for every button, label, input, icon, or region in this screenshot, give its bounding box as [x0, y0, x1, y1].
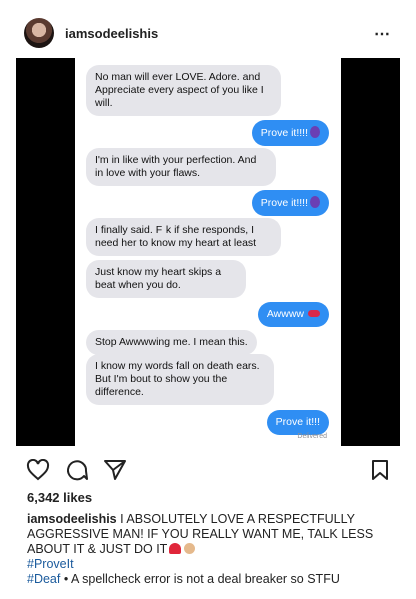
hashtag-proveit[interactable]: #ProveIt — [27, 557, 74, 571]
message-bubble: No man will ever LOVE. Adore. and Apprec… — [86, 65, 281, 116]
delivered-label: Delivered — [297, 433, 327, 440]
caption-username[interactable]: iamsodeelishis — [27, 512, 117, 526]
caption-tail: • A spellcheck error is not a deal break… — [60, 572, 340, 586]
purple-devil-icon — [310, 196, 320, 208]
post-header: iamsodeelishis ⋯ — [0, 0, 416, 58]
hashtag-deaf[interactable]: #Deaf — [27, 572, 60, 586]
post-username[interactable]: iamsodeelishis — [65, 26, 158, 41]
lips-icon — [308, 310, 320, 317]
message-bubble: Prove it!!! — [266, 410, 329, 435]
red-heart-icon — [169, 543, 182, 554]
comment-icon[interactable] — [65, 459, 89, 486]
ok-hand-icon — [184, 543, 196, 554]
message-bubble: Prove it!!!! — [251, 190, 329, 216]
bookmark-icon[interactable] — [370, 459, 390, 486]
message-bubble: I know my words fall on death ears. But … — [86, 354, 274, 405]
message-screenshot: No man will ever LOVE. Adore. and Apprec… — [75, 58, 341, 446]
message-bubble: Awwww — [257, 302, 329, 327]
message-bubble: Just know my heart skips a beat when you… — [86, 260, 246, 298]
share-icon[interactable] — [103, 459, 127, 486]
message-bubble: I finally said. F k if she responds, I n… — [86, 218, 281, 256]
message-bubble: I'm in like with your perfection. And in… — [86, 148, 276, 186]
avatar[interactable] — [24, 18, 54, 48]
purple-devil-icon — [310, 126, 320, 138]
post-image[interactable]: No man will ever LOVE. Adore. and Apprec… — [16, 58, 400, 446]
post-caption: iamsodeelishis I ABSOLUTELY LOVE A RESPE… — [27, 512, 397, 587]
likes-count[interactable]: 6,342 likes — [27, 490, 92, 505]
more-icon[interactable]: ⋯ — [374, 24, 391, 44]
heart-icon[interactable] — [26, 458, 50, 486]
message-bubble: Prove it!!!! — [251, 120, 329, 146]
action-bar — [0, 455, 416, 485]
message-bubble: Stop Awwwwing me. I mean this. — [86, 330, 257, 355]
